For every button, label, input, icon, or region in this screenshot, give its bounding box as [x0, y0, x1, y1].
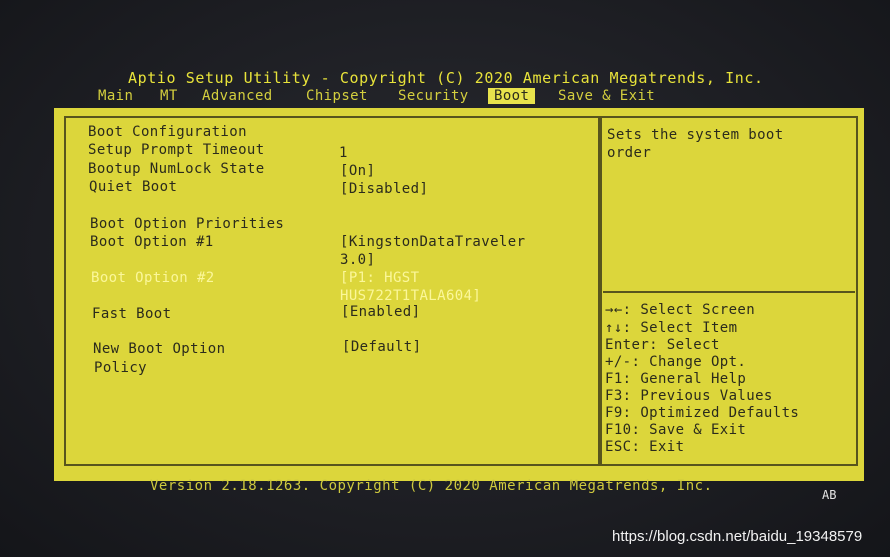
- help-description-line2: order: [607, 145, 652, 161]
- key-hint-enter: Enter: Select: [605, 337, 720, 353]
- setup-prompt-timeout-value[interactable]: 1: [339, 145, 348, 161]
- quiet-boot-label: Quiet Boot: [89, 179, 178, 195]
- key-hint-previous-values: F3: Previous Values: [605, 388, 773, 404]
- bootup-numlock-label: Bootup NumLock State: [88, 161, 265, 177]
- key-hint-optimized-defaults: F9: Optimized Defaults: [605, 405, 800, 421]
- menu-bar: Main MT Advanced Chipset Security Boot S…: [96, 88, 656, 107]
- boot-option-2-value-line2[interactable]: HUS722T1TALA604]: [340, 288, 481, 304]
- key-hint-save-exit: F10: Save & Exit: [605, 422, 747, 438]
- tab-main[interactable]: Main: [98, 88, 133, 104]
- new-boot-option-policy-value[interactable]: [Default]: [342, 339, 421, 355]
- boot-option-2-label: Boot Option #2: [91, 270, 215, 286]
- boot-option-1-value-line2[interactable]: 3.0]: [340, 252, 375, 268]
- tab-mt[interactable]: MT: [160, 88, 178, 104]
- help-divider: [603, 291, 855, 293]
- fast-boot-value[interactable]: [Enabled]: [341, 304, 420, 320]
- key-hint-select-item: ↑↓: Select Item: [605, 320, 738, 336]
- watermark-url: https://blog.csdn.net/baidu_19348579: [612, 528, 863, 545]
- help-description: Sets the system boot: [607, 127, 784, 143]
- version-footer: Version 2.18.1263. Copyright (C) 2020 Am…: [150, 478, 713, 494]
- bios-title: Aptio Setup Utility - Copyright (C) 2020…: [128, 69, 764, 87]
- boot-option-2-value[interactable]: [P1: HGST: [340, 270, 419, 286]
- new-boot-option-policy-label-line2: Policy: [94, 360, 147, 376]
- tab-boot[interactable]: Boot: [488, 88, 536, 104]
- boot-configuration-heading: Boot Configuration: [88, 124, 247, 140]
- boot-option-1-label: Boot Option #1: [90, 234, 214, 250]
- bootup-numlock-value[interactable]: [On]: [340, 163, 375, 179]
- key-hint-select-screen: →←: Select Screen: [605, 302, 756, 318]
- ab-label: AB: [822, 488, 837, 502]
- key-hint-esc-exit: ESC: Exit: [605, 439, 685, 455]
- boot-option-priorities-heading: Boot Option Priorities: [90, 216, 285, 232]
- fast-boot-label: Fast Boot: [92, 306, 172, 322]
- quiet-boot-value[interactable]: [Disabled]: [340, 181, 428, 197]
- setup-prompt-timeout-label: Setup Prompt Timeout: [88, 142, 265, 158]
- tab-advanced[interactable]: Advanced: [202, 88, 273, 104]
- tab-save-exit[interactable]: Save & Exit: [558, 88, 655, 104]
- boot-option-1-value[interactable]: [KingstonDataTraveler: [340, 234, 525, 250]
- tab-chipset[interactable]: Chipset: [306, 88, 368, 104]
- tab-security[interactable]: Security: [398, 88, 469, 104]
- new-boot-option-policy-label: New Boot Option: [93, 341, 226, 357]
- key-hint-change-opt: +/-: Change Opt.: [605, 354, 747, 370]
- key-hint-general-help: F1: General Help: [605, 371, 747, 387]
